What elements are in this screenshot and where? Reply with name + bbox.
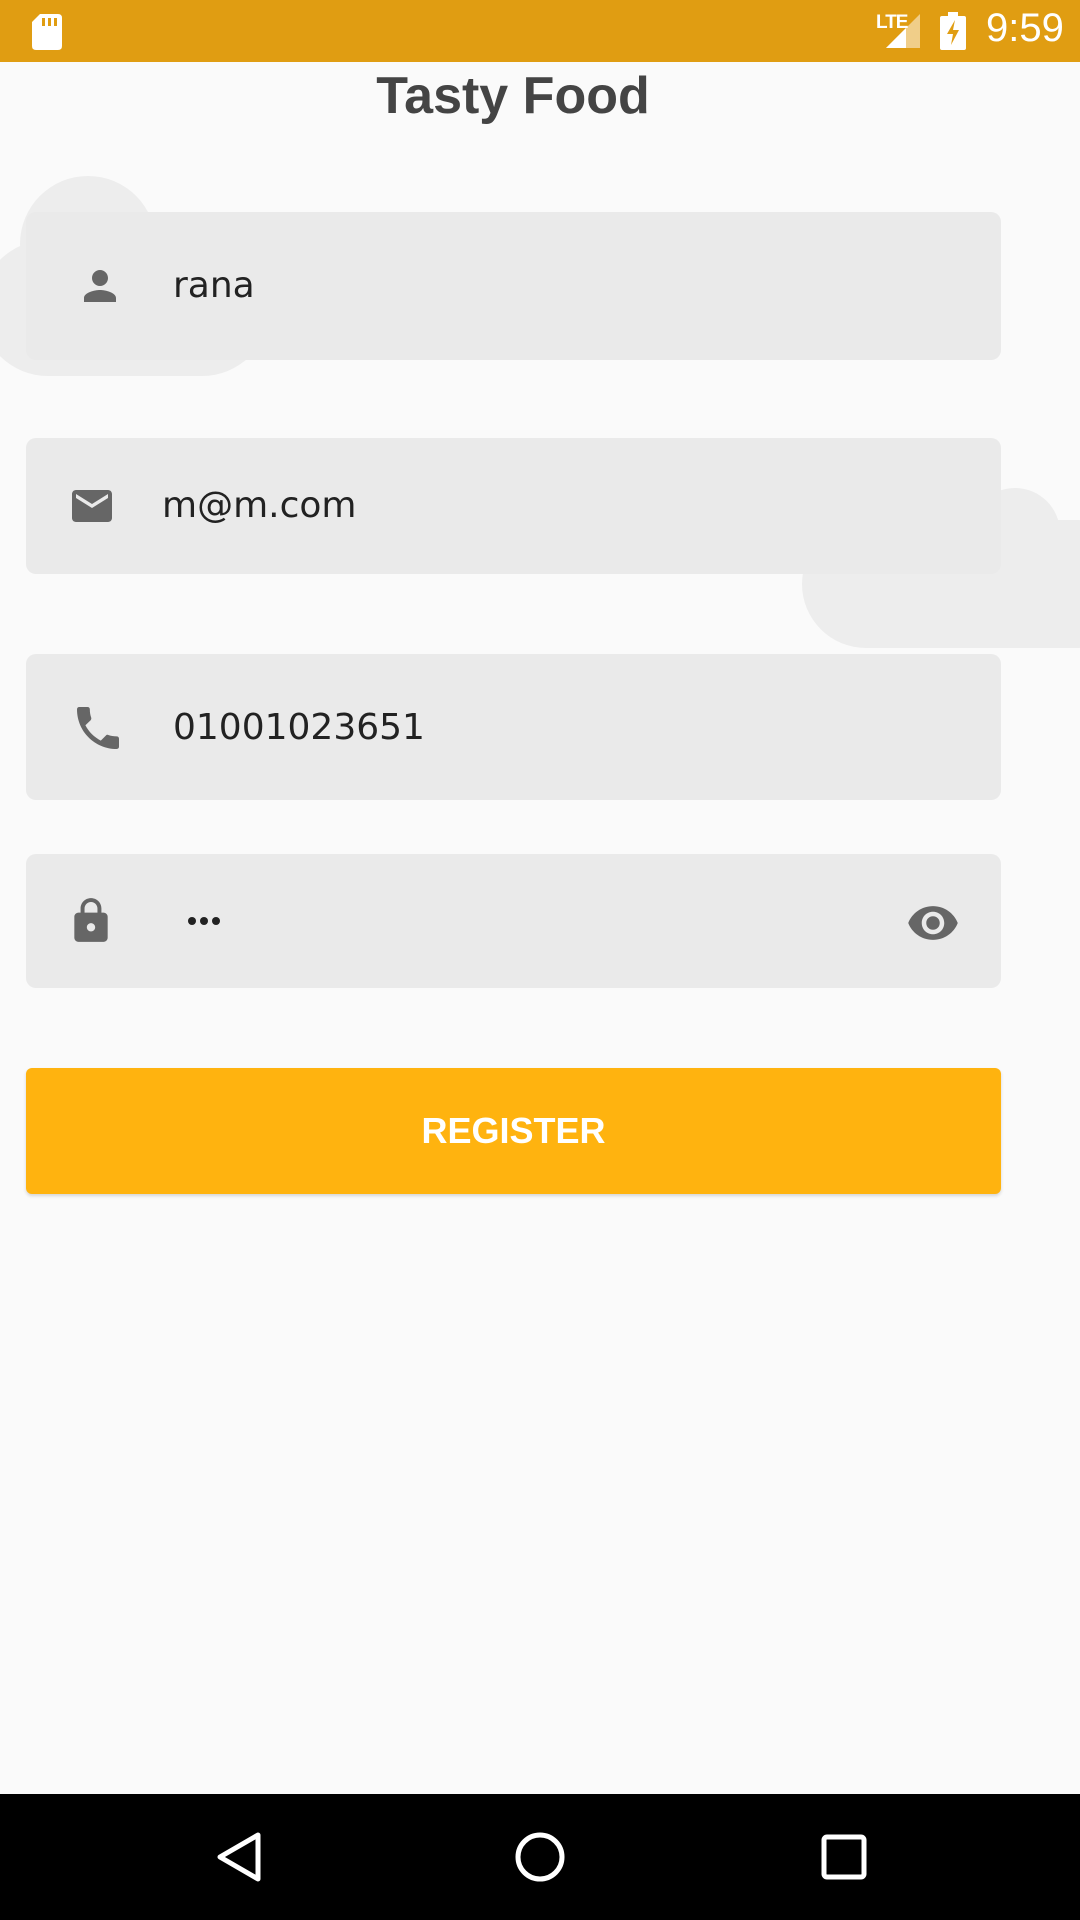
- phone-field[interactable]: 01001023651: [26, 654, 1001, 800]
- home-icon[interactable]: [510, 1827, 570, 1887]
- recents-icon[interactable]: [814, 1827, 874, 1887]
- navigation-bar: [0, 1794, 1080, 1920]
- status-bar: LTE 9:59: [0, 0, 1080, 62]
- page-title: Tasty Food: [376, 67, 650, 125]
- email-field[interactable]: m@m.com: [26, 438, 1001, 574]
- signal-icon: [886, 14, 920, 48]
- back-icon[interactable]: [210, 1827, 270, 1887]
- name-field[interactable]: rana: [26, 212, 1001, 360]
- sd-card-icon: [32, 14, 62, 50]
- battery-charging-icon: [940, 12, 966, 50]
- mail-icon: [72, 490, 112, 522]
- lock-icon: [74, 898, 108, 942]
- password-input-masked[interactable]: [188, 917, 220, 925]
- phone-icon: [77, 707, 119, 749]
- email-input-value[interactable]: m@m.com: [162, 486, 356, 526]
- eye-icon[interactable]: [906, 896, 960, 950]
- password-field[interactable]: [26, 854, 1001, 988]
- status-clock: 9:59: [986, 6, 1064, 50]
- name-input-value[interactable]: rana: [173, 266, 255, 306]
- register-button[interactable]: REGISTER: [26, 1068, 1001, 1194]
- phone-input-value[interactable]: 01001023651: [173, 708, 425, 748]
- person-icon: [84, 270, 116, 302]
